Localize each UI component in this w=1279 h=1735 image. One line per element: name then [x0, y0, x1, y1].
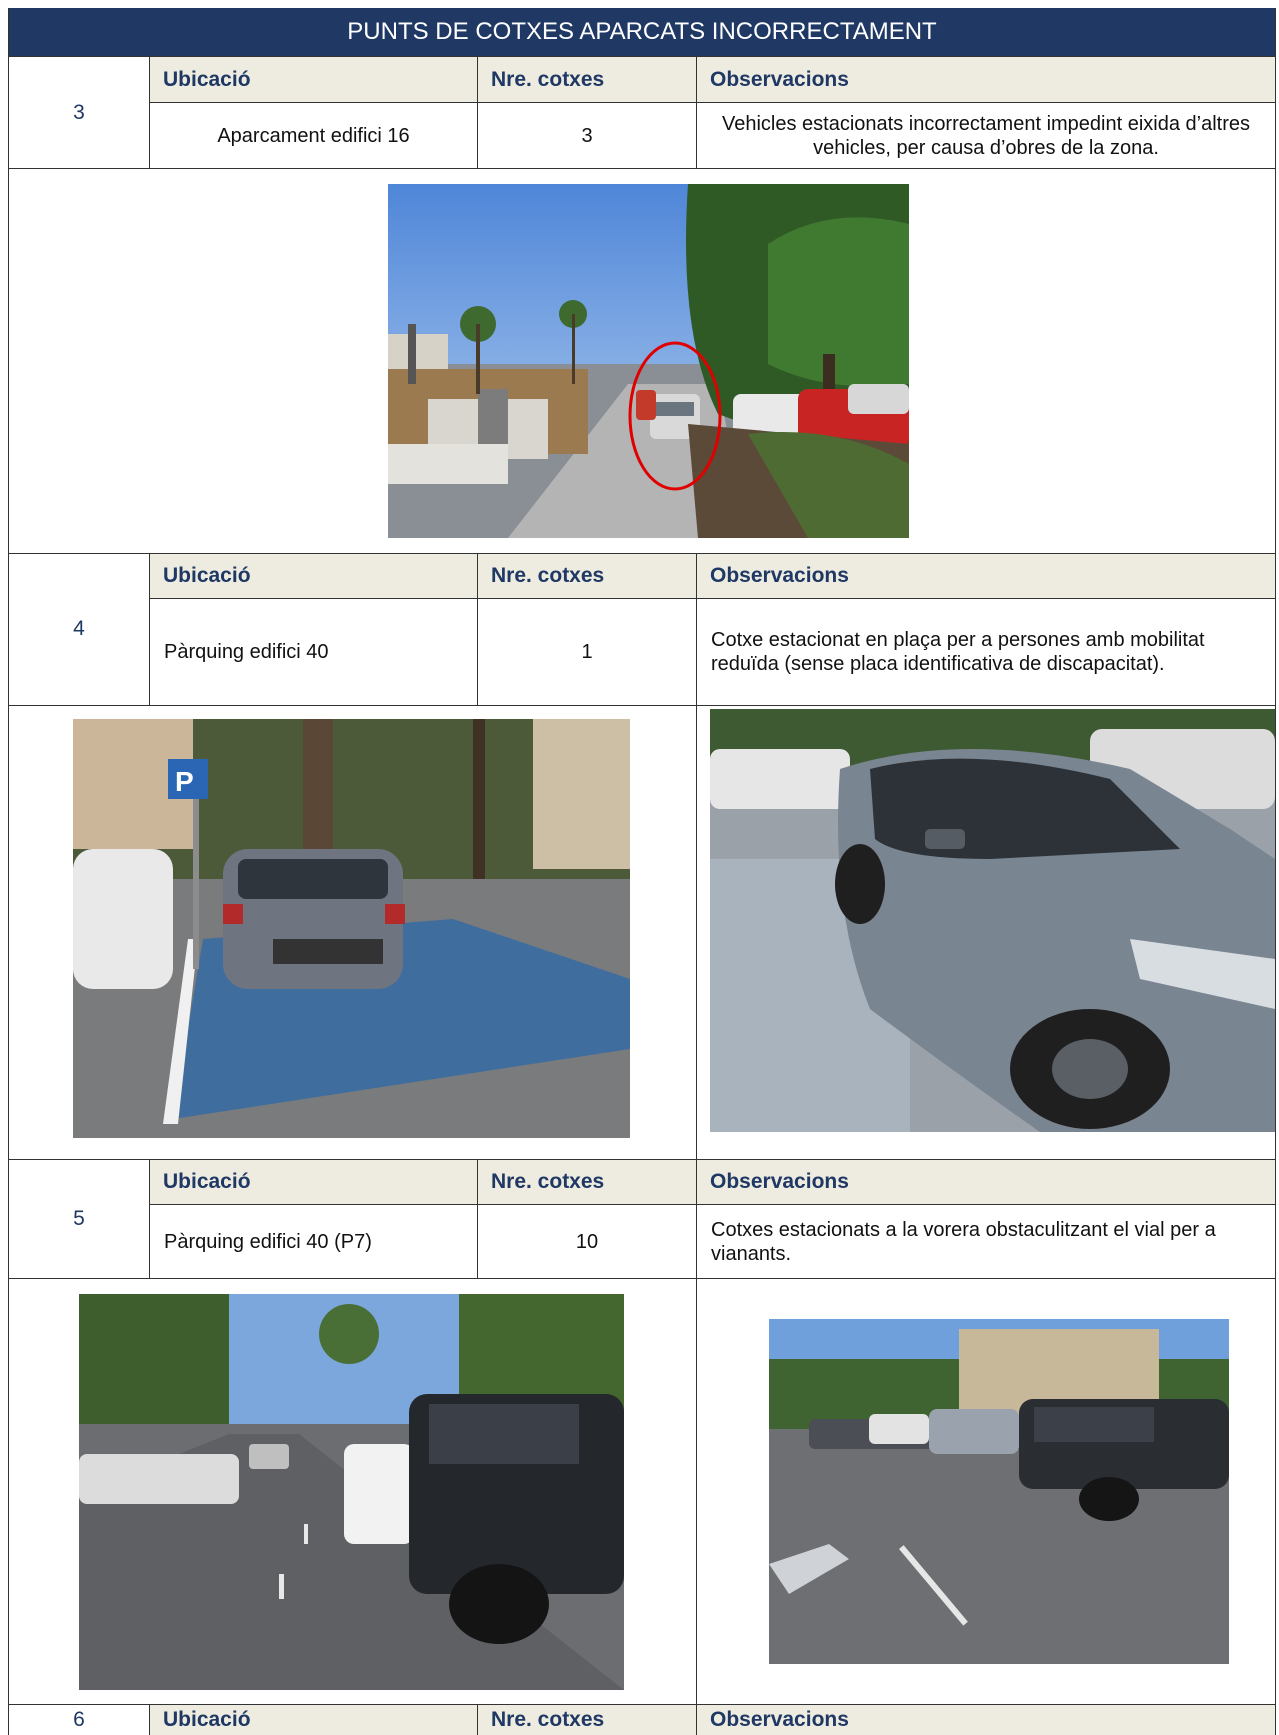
cars-header: Nre. cotxes: [478, 57, 696, 102]
incident-document: PUNTS DE COTXES APARCATS INCORRECTAMENT …: [8, 8, 1276, 1735]
cars-value: 3: [581, 124, 593, 147]
cars-value: 10: [575, 1230, 599, 1253]
notes-value: Vehicles estacionats incorrectament impe…: [721, 112, 1251, 159]
cars-header: Nre. cotxes: [478, 1160, 696, 1204]
cars-value: 1: [581, 641, 593, 663]
parking-photo-building-16: [388, 184, 909, 538]
cars-header: Nre. cotxes: [478, 554, 696, 598]
entry-number: 5: [73, 1206, 85, 1230]
location-header: Ubicació: [150, 1705, 477, 1735]
location-header: Ubicació: [150, 554, 477, 598]
location-value: Aparcament edifici 16: [217, 124, 410, 147]
entry-number: 4: [73, 617, 85, 640]
document-title: PUNTS DE COTXES APARCATS INCORRECTAMENT: [9, 8, 1275, 57]
sidewalk-parking-photo-2: [769, 1319, 1229, 1664]
entry-number: 6: [73, 1707, 85, 1731]
notes-header: Observacions: [697, 1705, 1275, 1735]
location-header: Ubicació: [150, 1160, 477, 1204]
cars-header: Nre. cotxes: [478, 1705, 696, 1735]
notes-header: Observacions: [697, 554, 1275, 598]
sidewalk-parking-photo-1: [79, 1294, 624, 1690]
disabled-space-side-photo: [710, 709, 1275, 1132]
notes-value: Cotxe estacionat en plaça per a persones…: [711, 629, 1205, 675]
location-value: Pàrquing edifici 40 (P7): [164, 1230, 372, 1253]
disabled-space-rear-photo: P: [73, 719, 630, 1138]
location-header: Ubicació: [150, 57, 477, 102]
notes-value: Cotxes estacionats a la vorera obstaculi…: [711, 1218, 1216, 1265]
location-value: Pàrquing edifici 40: [164, 641, 329, 663]
notes-header: Observacions: [697, 1160, 1275, 1204]
notes-header: Observacions: [697, 57, 1275, 102]
svg-text:P: P: [175, 766, 194, 797]
entry-number: 3: [73, 100, 85, 124]
